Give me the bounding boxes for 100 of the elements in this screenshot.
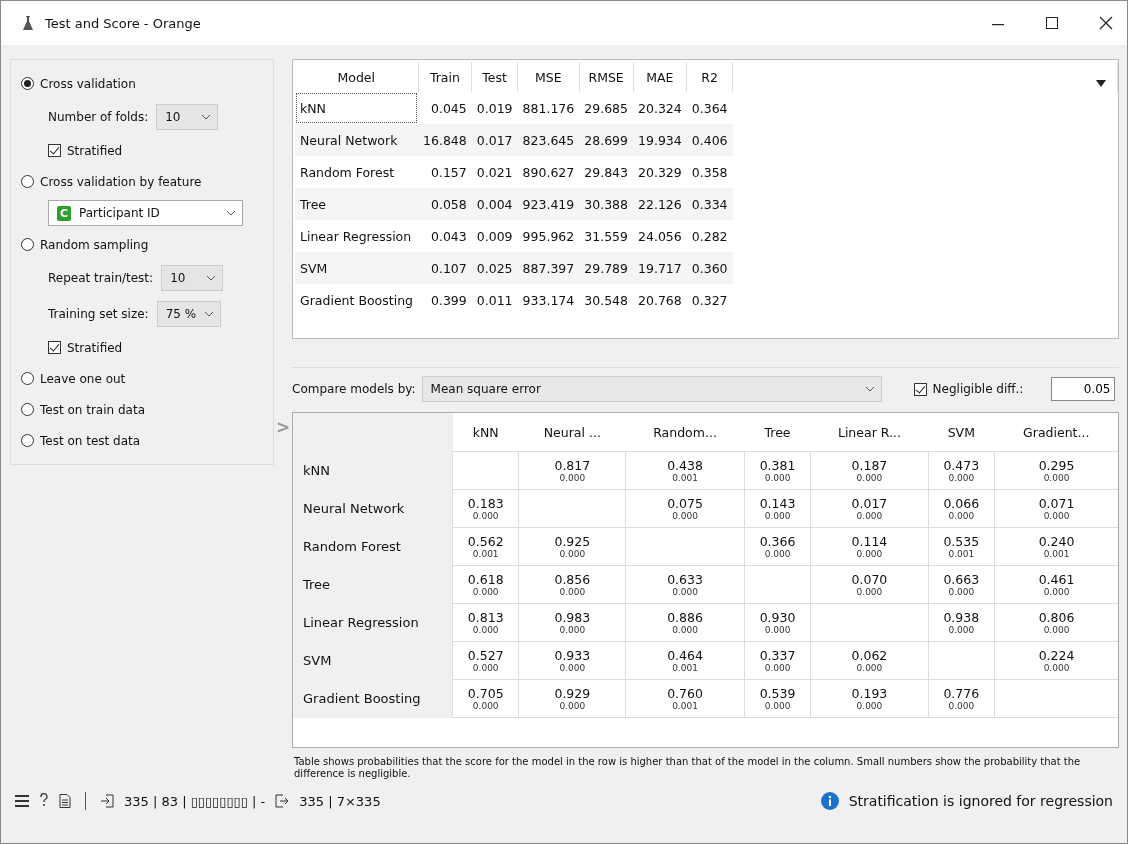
negligible-value: 0.000 — [471, 511, 500, 521]
table-cell: 29.843 — [579, 156, 633, 188]
column-header[interactable]: Train — [418, 62, 472, 92]
table-cell: 29.685 — [579, 92, 633, 124]
negligible-checkbox[interactable] — [913, 382, 927, 396]
model-name[interactable]: Random Forest — [295, 156, 418, 188]
table-cell: 0.327 — [686, 284, 733, 316]
chevron-down-icon[interactable] — [864, 386, 875, 392]
column-header[interactable]: MSE — [517, 62, 580, 92]
probability-value: 0.527 — [466, 648, 505, 663]
negligible-value: 0.000 — [671, 511, 699, 521]
model-name[interactable]: Tree — [295, 188, 418, 220]
flask-icon — [23, 16, 33, 30]
negligible-value: 0.001 — [671, 701, 699, 711]
model-name[interactable]: kNN — [295, 92, 418, 124]
row-header: SVM — [293, 641, 453, 680]
radio-button[interactable] — [21, 403, 34, 416]
checkbox[interactable] — [48, 341, 61, 354]
field-label: Number of folds: — [48, 110, 149, 124]
negligible-value: 0.000 — [558, 587, 587, 597]
probability-value: 0.776 — [942, 686, 981, 701]
dropdown-icon[interactable] — [1096, 80, 1106, 87]
chevron-down-icon[interactable] — [206, 275, 217, 281]
probability-value: 0.366 — [758, 534, 797, 549]
table-cell: 0.282 — [686, 220, 733, 252]
column-header[interactable]: Test — [471, 62, 518, 92]
negligible-value: 0.000 — [855, 473, 884, 483]
option-label: Test on train data — [40, 402, 145, 417]
table-cell: 0.406 — [686, 124, 733, 156]
negligible-value: 0.000 — [1042, 473, 1071, 483]
radio-button[interactable] — [21, 175, 34, 188]
negligible-field[interactable]: 0.05 — [1051, 377, 1116, 401]
column-header[interactable]: R2 — [686, 62, 733, 92]
value-dropdown[interactable]: 10 — [161, 265, 224, 291]
column-header[interactable]: RMSE — [579, 62, 633, 92]
negligible-value: 0.000 — [1042, 625, 1071, 635]
model-name[interactable]: SVM — [295, 252, 418, 284]
table-cell: 0.107 — [418, 252, 472, 284]
table-cell: 0.017 — [471, 124, 518, 156]
probability-value: 0.929 — [553, 686, 592, 701]
negligible-value: 0.000 — [471, 625, 500, 635]
value-dropdown[interactable]: 75 % — [156, 301, 222, 327]
column-header[interactable]: MAE — [633, 62, 687, 92]
chevron-down-icon[interactable] — [204, 311, 215, 317]
radio-button[interactable] — [21, 77, 34, 90]
table-cell: 29.789 — [579, 252, 633, 284]
negligible-value: 0.001 — [671, 663, 699, 673]
negligible-label: Negligible diff.: — [932, 382, 1024, 396]
option-label: Test on test data — [40, 433, 141, 448]
row-header: Gradient Boosting — [293, 679, 453, 718]
window-title: Test and Score - Orange — [45, 15, 201, 31]
negligible-value: 0.000 — [558, 549, 587, 559]
column-header[interactable]: Model — [295, 62, 418, 92]
negligible-value: 0.000 — [558, 701, 587, 711]
negligible-value: 0.001 — [671, 473, 699, 483]
table-cell: 28.699 — [579, 124, 633, 156]
document-icon[interactable] — [59, 794, 71, 808]
chevron-down-icon[interactable] — [226, 210, 236, 216]
table-cell: 0.004 — [471, 188, 518, 220]
probability-value: 0.337 — [758, 648, 797, 663]
negligible-value: 0.000 — [558, 625, 587, 635]
radio-button[interactable] — [21, 372, 34, 385]
table-cell: 0.358 — [686, 156, 733, 188]
option-label: Cross validation — [40, 76, 136, 91]
radio-button[interactable] — [21, 434, 34, 447]
negligible-value: 0.000 — [763, 701, 792, 711]
probability-value: 0.760 — [666, 686, 704, 701]
table-cell: 0.009 — [471, 220, 518, 252]
menu-icon[interactable] — [15, 795, 29, 807]
row-header: Random Forest — [293, 527, 453, 566]
compare-dropdown[interactable]: Mean square error — [421, 376, 882, 402]
negligible-value: 0.000 — [947, 625, 976, 635]
value-dropdown[interactable]: 10 — [156, 104, 219, 130]
model-name[interactable]: Gradient Boosting — [295, 284, 418, 316]
negligible-value: 0.000 — [947, 473, 976, 483]
checkbox-label: Stratified — [67, 340, 123, 355]
row-header: Neural Network — [293, 489, 453, 528]
model-name[interactable]: Linear Regression — [295, 220, 418, 252]
negligible-value: 0.000 — [1042, 511, 1071, 521]
checkbox[interactable] — [48, 144, 61, 157]
feature-dropdown[interactable]: C Participant ID — [48, 200, 243, 226]
table-cell: 0.045 — [418, 92, 472, 124]
input-icon — [100, 794, 114, 808]
negligible-value: 0.000 — [671, 587, 699, 597]
table-cell: 0.334 — [686, 188, 733, 220]
negligible-value: 0.000 — [558, 663, 587, 673]
model-name[interactable]: Neural Network — [295, 124, 418, 156]
probability-value: 0.381 — [758, 458, 797, 473]
radio-button[interactable] — [21, 238, 34, 251]
probability-value: 0.983 — [553, 610, 592, 625]
row-header: Tree — [293, 565, 453, 604]
close-icon[interactable] — [1099, 16, 1113, 30]
probability-value: 0.183 — [466, 496, 505, 511]
column-header: kNN — [452, 413, 519, 452]
negligible-value: 0.000 — [855, 511, 884, 521]
maximize-icon[interactable] — [1045, 16, 1059, 30]
probability-value: 0.071 — [1037, 496, 1076, 511]
negligible-value: 0.000 — [558, 473, 587, 483]
table-cell: 0.019 — [471, 92, 518, 124]
chevron-down-icon[interactable] — [201, 114, 212, 120]
